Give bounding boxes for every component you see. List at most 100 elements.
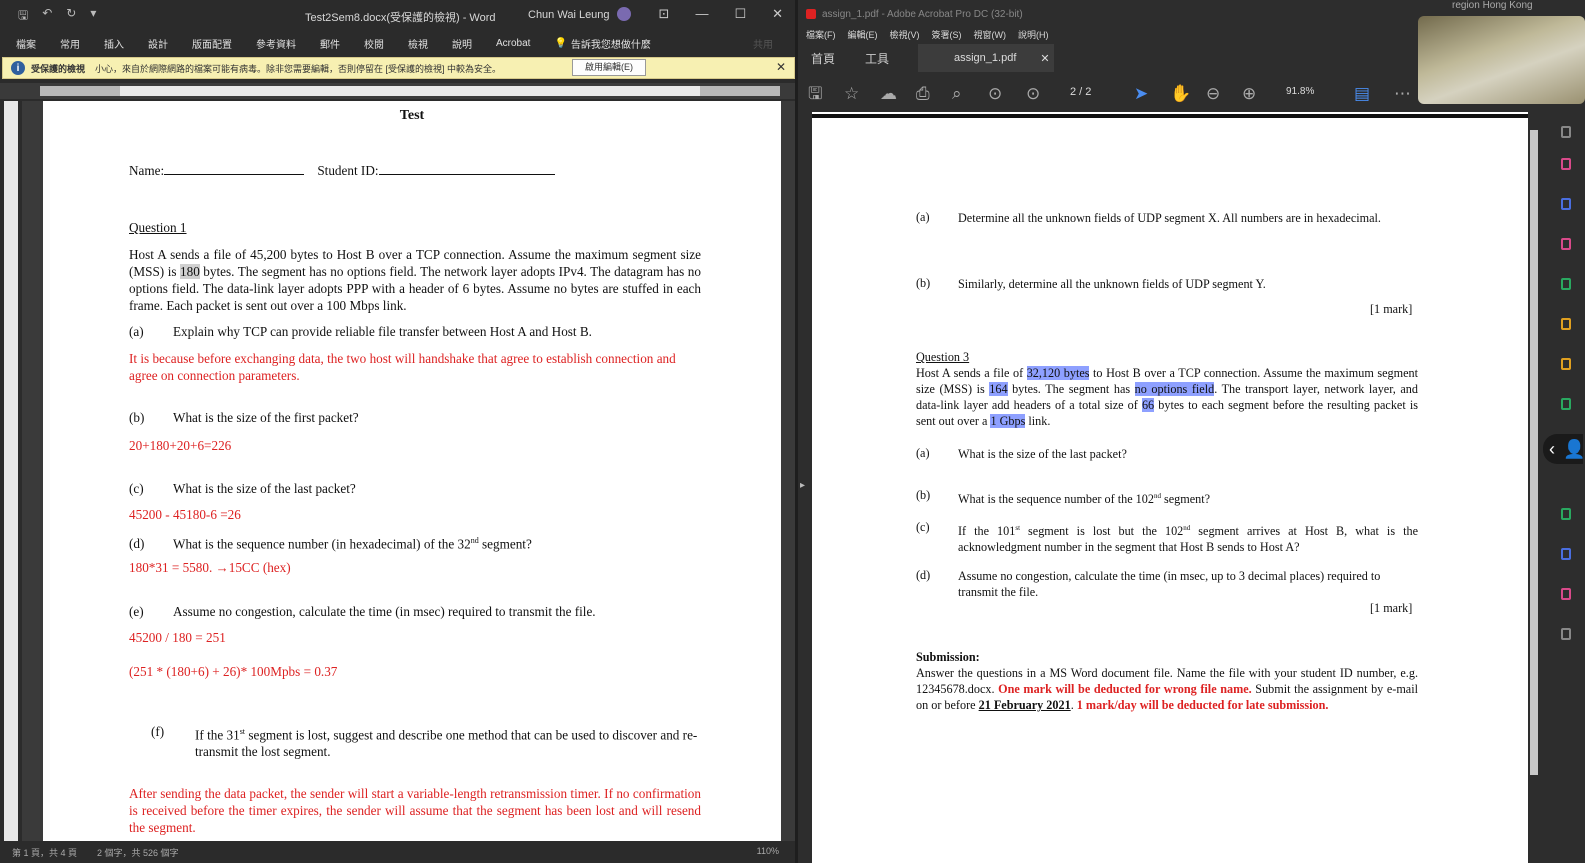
qc-text: What is the size of the last packet? — [173, 481, 356, 496]
question-d: (d) What is the sequence number (in hexad… — [129, 532, 701, 552]
more-tools-icon[interactable] — [1561, 628, 1571, 640]
undo-icon[interactable]: ↶ — [42, 6, 52, 27]
redo-icon[interactable]: ↻ — [66, 6, 76, 27]
fill-sign-icon[interactable] — [1561, 508, 1571, 520]
zoom-level[interactable]: 110% — [757, 846, 779, 856]
region-label: region Hong Kong — [1452, 0, 1533, 11]
combine-files-icon[interactable] — [1561, 198, 1571, 210]
tab-help[interactable]: 說明 — [452, 36, 472, 51]
zoom-out-icon[interactable]: ⊖ — [1206, 84, 1220, 104]
save-icon[interactable]: 🖫 — [808, 84, 822, 104]
pdf-qb-label: (b) — [916, 488, 931, 502]
qf-label: (f) — [151, 724, 165, 739]
page-count[interactable]: 第 1 頁，共 4 頁 — [12, 846, 77, 859]
page-indicator[interactable]: 2 / 2 — [1070, 86, 1091, 98]
tab-insert[interactable]: 插入 — [104, 36, 124, 51]
document-page[interactable]: Test Name: Student ID: Question 1 Host A… — [43, 101, 781, 841]
scrollbar-thumb[interactable] — [1530, 130, 1538, 775]
measure-icon[interactable] — [1561, 588, 1571, 600]
menu-edit[interactable]: 編輯(E) — [848, 28, 878, 42]
answer-d: 180*31 = 5580. →15CC (hex) — [129, 560, 291, 575]
upload-cloud-icon[interactable]: ☁ — [880, 84, 897, 104]
horizontal-ruler[interactable] — [0, 83, 795, 99]
organize-pages-icon[interactable] — [1561, 238, 1571, 250]
menu-view[interactable]: 檢視(V) — [890, 28, 920, 42]
left-pane-toggle[interactable]: ▸ — [798, 112, 810, 863]
maximize-icon[interactable]: ☐ — [734, 6, 746, 22]
document-canvas[interactable]: Test Name: Student ID: Question 1 Host A… — [22, 101, 795, 841]
menu-window[interactable]: 視窗(W) — [974, 28, 1007, 42]
close-bar-icon[interactable]: ✕ — [776, 60, 786, 74]
zoom-in-icon[interactable]: ⊕ — [1242, 84, 1256, 104]
collapse-pane-button[interactable]: ‹ 👤 — [1543, 434, 1585, 464]
close-tab-icon[interactable]: ✕ — [1040, 52, 1049, 65]
page-display-icon[interactable]: ▤ — [1354, 84, 1370, 104]
zoom-dropdown[interactable]: 91.8% — [1286, 86, 1314, 97]
bookmark-star-icon[interactable]: ☆ — [844, 84, 859, 104]
send-review-icon[interactable] — [1561, 548, 1571, 560]
scan-ocr-icon[interactable] — [1561, 358, 1571, 370]
comment-icon[interactable] — [1561, 126, 1571, 138]
save-icon[interactable]: 🖫 — [18, 6, 28, 27]
menu-help[interactable]: 說明(H) — [1018, 28, 1049, 42]
expand-arrow-icon[interactable]: ▸ — [800, 480, 805, 491]
name-line: Name: Student ID: — [129, 162, 701, 179]
tell-me-box[interactable]: 💡 告訴我您想做什麼 — [554, 36, 650, 51]
pdf-qc-text: If the 101st segment is lost but the 102… — [958, 520, 1418, 555]
document-title: Test2Sem8.docx(受保護的檢視) - Word — [305, 12, 496, 24]
q3-highlight-1: 32,120 bytes — [1026, 366, 1090, 380]
name-blank — [164, 163, 305, 175]
word-count[interactable]: 2 個字，共 526 個字 — [97, 846, 179, 859]
pdf-a-text: Determine all the unknown fields of UDP … — [958, 211, 1381, 225]
ruler-right-margin — [700, 86, 780, 96]
customize-icon[interactable]: ▾ — [90, 6, 96, 27]
tab-mailings[interactable]: 郵件 — [320, 36, 340, 51]
tab-home[interactable]: 首頁 — [798, 50, 835, 67]
print-icon[interactable]: ⎙ — [916, 84, 930, 104]
edit-pdf-icon[interactable] — [1561, 278, 1571, 290]
hand-tool-icon[interactable]: ✋ — [1170, 84, 1191, 104]
q1-highlight: 180 — [180, 264, 200, 279]
select-cursor-icon[interactable]: ➤ — [1134, 84, 1148, 104]
word-title-bar: 🖫 ↶ ↻ ▾ Test2Sem8.docx(受保護的檢視) - Word Ch… — [0, 0, 795, 32]
tab-acrobat[interactable]: Acrobat — [496, 38, 530, 49]
question-a: (a) Explain why TCP can provide reliable … — [129, 323, 701, 340]
q3-highlight-2: 164 — [989, 382, 1008, 396]
ribbon-display-icon[interactable]: ⊡ — [659, 6, 670, 22]
tab-file-assign[interactable]: assign_1.pdf ✕ — [918, 44, 1054, 72]
minimize-icon[interactable]: — — [695, 6, 708, 22]
page-down-icon[interactable]: ⊙ — [1026, 84, 1040, 104]
submission-warning-2: 1 mark/day will be deducted for late sub… — [1076, 698, 1329, 712]
tab-file[interactable]: 檔案 — [16, 36, 36, 51]
question-1-title: Question 1 — [129, 220, 187, 235]
info-icon: i — [11, 61, 25, 75]
menu-file[interactable]: 檔案(F) — [806, 28, 836, 42]
protect-icon[interactable] — [1561, 398, 1571, 410]
tab-view[interactable]: 檢視 — [408, 36, 428, 51]
page-up-icon[interactable]: ⊙ — [988, 84, 1002, 104]
close-icon[interactable]: ✕ — [772, 6, 783, 22]
qa-text: Explain why TCP can provide reliable fil… — [173, 324, 592, 339]
user-name[interactable]: Chun Wai Leung — [528, 9, 610, 21]
tab-review[interactable]: 校閱 — [364, 36, 384, 51]
more-icon[interactable]: ⋯ — [1394, 84, 1411, 104]
tab-design[interactable]: 設計 — [148, 36, 168, 51]
pdf-page[interactable]: (a) Determine all the unknown fields of … — [812, 112, 1528, 863]
enable-editing-button[interactable]: 啟用編輯(E) — [572, 59, 646, 76]
tab-tools[interactable]: 工具 — [865, 50, 889, 67]
create-pdf-icon[interactable] — [1561, 158, 1571, 170]
qd-sup: nd — [470, 536, 479, 545]
search-icon[interactable]: ⌕ — [952, 84, 962, 104]
q3-text-1: Host A sends a file of — [916, 366, 1027, 380]
vertical-ruler[interactable] — [4, 101, 18, 841]
export-pdf-icon[interactable] — [1561, 318, 1571, 330]
ruler-left-margin — [40, 86, 120, 96]
tab-references[interactable]: 參考資料 — [256, 36, 296, 51]
avatar[interactable] — [617, 7, 631, 21]
vertical-scrollbar[interactable] — [1529, 120, 1539, 780]
ruler-scale — [40, 86, 780, 96]
share-button[interactable]: 共用 — [753, 36, 773, 51]
tab-layout[interactable]: 版面配置 — [192, 36, 232, 51]
tab-home[interactable]: 常用 — [60, 36, 80, 51]
menu-sign[interactable]: 簽署(S) — [932, 28, 962, 42]
